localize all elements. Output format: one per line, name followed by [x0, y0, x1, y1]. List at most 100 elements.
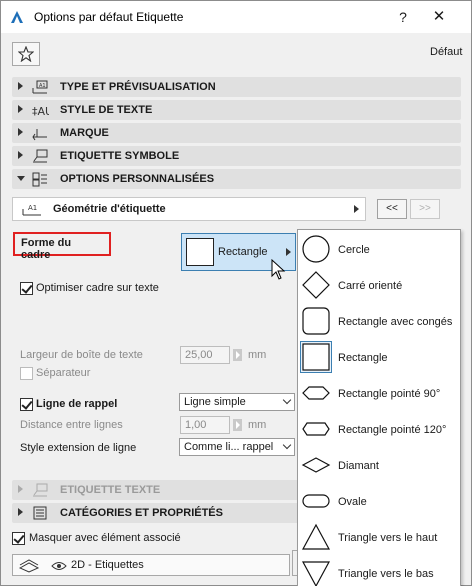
rectangle-icon [300, 341, 332, 373]
expand-arrow-icon [18, 82, 23, 90]
text-style-icon: ‡AU [32, 105, 49, 118]
title-bar: Options par défaut Etiquette ? ✕ [1, 1, 471, 33]
default-label: Défaut [430, 46, 463, 58]
geometry-label: Géométrie d'étiquette [53, 203, 166, 215]
layers-icon [18, 559, 40, 573]
hide-with-element-checkbox[interactable] [12, 532, 25, 545]
menu-item-rectangle-pointe-90[interactable]: Rectangle pointé 90° [298, 375, 460, 411]
section-text-style[interactable]: ‡AU STYLE DE TEXTE [12, 100, 461, 120]
section-symbol-label[interactable]: ETIQUETTE SYMBOLE [12, 146, 461, 166]
menu-item-triangle-haut[interactable]: Triangle vers le haut [298, 519, 460, 555]
eye-icon [51, 562, 67, 570]
menu-item-label: Carré orienté [338, 280, 403, 292]
menu-item-diamant[interactable]: Diamant [298, 447, 460, 483]
hide-with-element-label: Masquer avec élément associé [29, 532, 181, 544]
leader-line-type-value: Ligne simple [184, 396, 246, 408]
menu-item-cercle[interactable]: Cercle [298, 231, 460, 267]
menu-item-label: Ovale [338, 496, 367, 508]
leader-line-checkbox[interactable] [20, 398, 33, 411]
section-type-preview[interactable]: A1 TYPE ET PRÉVISUALISATION [12, 77, 461, 97]
menu-item-rectangle[interactable]: Rectangle [298, 339, 460, 375]
menu-item-ovale[interactable]: Ovale [298, 483, 460, 519]
separator-checkbox[interactable] [20, 367, 33, 380]
triangle-up-icon [301, 523, 331, 550]
extension-style-select[interactable]: Comme li... rappel [179, 438, 295, 456]
menu-item-label: Rectangle [338, 352, 388, 364]
rotated-square-icon [302, 271, 330, 299]
diamond-icon [301, 457, 331, 473]
box-width-field[interactable]: 25,00 [180, 346, 230, 364]
line-spacing-stepper-icon[interactable] [233, 419, 242, 431]
expand-arrow-icon [18, 128, 23, 136]
svg-text:‡AU: ‡AU [32, 105, 49, 118]
circle-icon [302, 235, 330, 263]
chevron-down-icon [282, 440, 292, 450]
expand-arrow-icon [18, 485, 23, 493]
menu-item-label: Triangle vers le bas [338, 568, 434, 580]
submenu-arrow-icon [286, 248, 291, 256]
oval-icon [302, 494, 330, 508]
submenu-arrow-icon [354, 205, 359, 213]
chevron-down-icon [282, 395, 292, 405]
star-outline-icon [18, 46, 34, 62]
box-width-stepper-icon[interactable] [233, 349, 242, 361]
section-label: TYPE ET PRÉVISUALISATION [60, 81, 216, 93]
box-width-label: Largeur de boîte de texte [20, 349, 143, 361]
next-page-button[interactable]: >> [410, 199, 440, 219]
rounded-rectangle-icon [302, 307, 330, 335]
expand-arrow-icon [18, 105, 23, 113]
marker-icon [32, 129, 47, 141]
line-spacing-label: Distance entre lignes [20, 419, 123, 431]
section-label: MARQUE [60, 127, 109, 139]
layer-name: 2D - Etiquettes [71, 559, 144, 571]
mouse-cursor-icon [271, 259, 286, 280]
frame-shape-menu: Cercle Carré orienté Rectangle avec cong… [297, 229, 461, 586]
menu-item-label: Rectangle pointé 90° [338, 388, 441, 400]
dialog-window: Options par défaut Etiquette ? ✕ Défaut … [0, 0, 472, 586]
section-label: ETIQUETTE TEXTE [60, 484, 161, 496]
pointed-rectangle-120-icon [302, 422, 330, 436]
help-button[interactable]: ? [393, 7, 413, 27]
categories-icon [33, 506, 47, 520]
leader-line-label: Ligne de rappel [36, 398, 118, 410]
section-marker[interactable]: MARQUE [12, 123, 461, 143]
extension-style-label: Style extension de ligne [20, 442, 137, 454]
previous-page-button[interactable]: << [377, 199, 407, 219]
menu-item-label: Rectangle avec congés [338, 316, 453, 328]
leader-line-type-select[interactable]: Ligne simple [179, 393, 295, 411]
menu-item-rectangle-pointe-120[interactable]: Rectangle pointé 120° [298, 411, 460, 447]
section-custom-options[interactable]: OPTIONS PERSONNALISÉES [12, 169, 461, 189]
line-spacing-unit: mm [248, 419, 267, 431]
frame-shape-label: Forme du cadre [13, 232, 111, 261]
menu-item-triangle-bas[interactable]: Triangle vers le bas [298, 555, 460, 586]
section-label: ETIQUETTE SYMBOLE [60, 150, 180, 162]
separator-label: Séparateur [36, 367, 91, 379]
window-title: Options par défaut Etiquette [34, 10, 184, 24]
optimize-frame-checkbox[interactable] [20, 282, 33, 295]
line-spacing-field[interactable]: 1,00 [180, 416, 230, 434]
box-width-unit: mm [248, 349, 267, 361]
menu-item-label: Triangle vers le haut [338, 532, 438, 544]
svg-text:A1: A1 [28, 204, 37, 212]
menu-item-label: Rectangle pointé 120° [338, 424, 447, 436]
svg-text:A1: A1 [39, 83, 46, 89]
frame-shape-value: Rectangle [218, 246, 268, 258]
label-geometry-page-selector[interactable]: A1 Géométrie d'étiquette [12, 197, 366, 221]
section-label: OPTIONS PERSONNALISÉES [60, 173, 215, 185]
layer-selector[interactable]: 2D - Etiquettes [12, 554, 290, 576]
symbol-label-icon [33, 149, 48, 163]
rectangle-icon [186, 238, 214, 266]
collapse-arrow-icon [17, 176, 25, 181]
label-type-icon: A1 [32, 80, 48, 94]
close-button[interactable]: ✕ [428, 6, 450, 28]
favorites-button[interactable] [12, 42, 40, 66]
expand-arrow-icon [18, 151, 23, 159]
expand-arrow-icon [18, 508, 23, 516]
archicad-app-icon [11, 11, 23, 23]
menu-item-label: Cercle [338, 244, 370, 256]
menu-item-rectangle-conges[interactable]: Rectangle avec congés [298, 303, 460, 339]
triangle-down-icon [301, 561, 331, 586]
text-label-icon [33, 483, 48, 497]
menu-item-label: Diamant [338, 460, 379, 472]
menu-item-carre-oriente[interactable]: Carré orienté [298, 267, 460, 303]
